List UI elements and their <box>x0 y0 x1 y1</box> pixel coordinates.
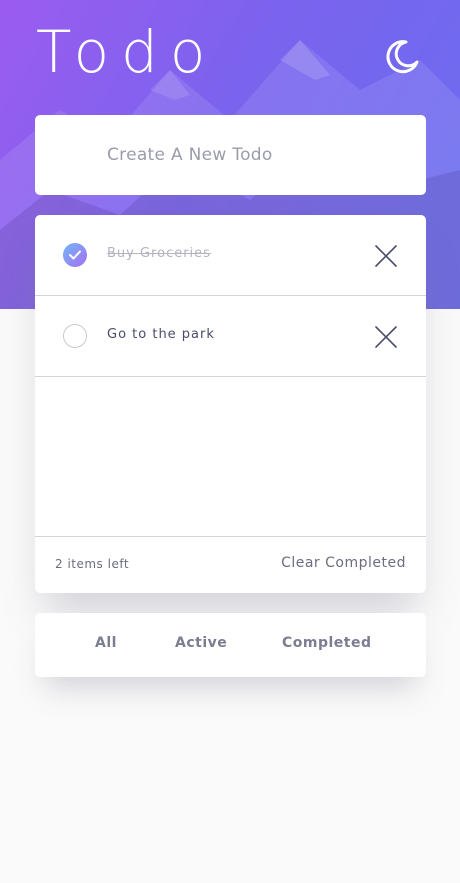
cross-icon <box>375 326 397 348</box>
new-todo-input[interactable] <box>35 115 426 195</box>
todo-checkbox-checked[interactable] <box>63 243 87 267</box>
delete-todo-button[interactable] <box>373 243 399 269</box>
items-left-count: 2 items left <box>55 557 130 571</box>
new-todo-card <box>35 115 426 195</box>
delete-todo-button[interactable] <box>373 324 399 350</box>
todo-item: Buy Groceries <box>35 215 426 296</box>
todo-list: Buy Groceries Go to the park 2 items lef… <box>35 215 426 593</box>
todo-label: Go to the park <box>107 327 215 342</box>
todo-item: Go to the park <box>35 296 426 377</box>
todo-checkbox[interactable] <box>63 324 87 348</box>
app-title: Todo <box>36 18 218 86</box>
filter-bar: All Active Completed <box>35 613 426 677</box>
check-icon <box>69 250 81 260</box>
cross-icon <box>375 245 397 267</box>
theme-toggle-button[interactable] <box>384 38 428 82</box>
list-footer: 2 items left Clear Completed <box>35 536 426 593</box>
filter-completed[interactable]: Completed <box>282 635 372 651</box>
todo-label: Buy Groceries <box>107 246 211 261</box>
clear-completed-button[interactable]: Clear Completed <box>281 555 406 571</box>
filter-all[interactable]: All <box>95 635 117 651</box>
moon-icon <box>386 40 419 74</box>
filter-active[interactable]: Active <box>175 635 227 651</box>
